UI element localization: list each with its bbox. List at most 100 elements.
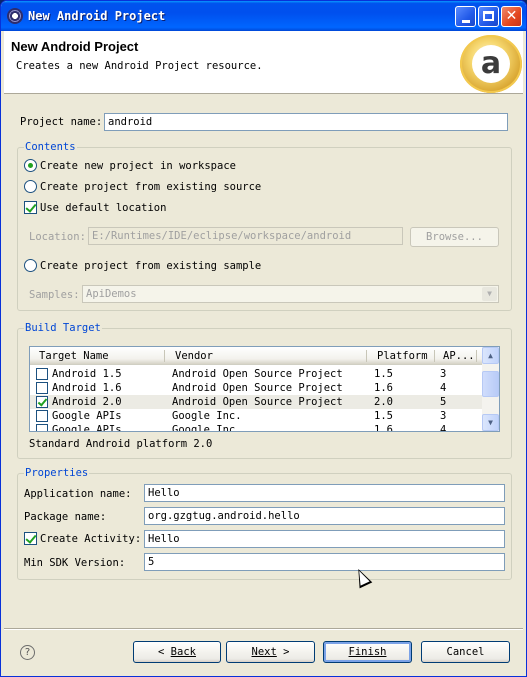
application-name-label: Application name:	[24, 488, 132, 500]
row-checkbox[interactable]	[36, 368, 48, 380]
column-separator[interactable]	[434, 350, 435, 362]
finish-button-label: Finish	[348, 646, 387, 658]
project-name-label: Project name:	[20, 116, 103, 128]
contents-group-title: Contents	[24, 141, 77, 153]
close-icon: ✕	[505, 8, 518, 24]
row-checkbox[interactable]	[36, 410, 48, 422]
scrollbar-thumb[interactable]	[482, 371, 499, 397]
android-logo-inner: a	[472, 45, 510, 83]
create-from-existing-radio[interactable]	[24, 180, 37, 193]
row-checkbox[interactable]	[36, 382, 48, 394]
cell-api: 5	[440, 396, 447, 408]
cell-vendor: Android Open Source Project	[172, 382, 343, 394]
cell-platform: 1.5	[374, 410, 393, 422]
help-icon[interactable]: ?	[20, 645, 35, 660]
samples-label: Samples:	[29, 289, 80, 301]
table-row[interactable]: Google APIs Google Inc. 1.5 3	[30, 409, 482, 423]
cell-platform: 2.0	[374, 396, 393, 408]
cell-target-name: Android 2.0	[52, 396, 122, 408]
column-separator[interactable]	[366, 350, 367, 362]
eclipse-icon	[7, 8, 23, 24]
next-button[interactable]: Next >	[226, 641, 315, 663]
row-checkbox-checked[interactable]	[36, 396, 48, 408]
chevron-down-icon[interactable]: ▼	[482, 287, 497, 301]
package-name-label: Package name:	[24, 511, 107, 523]
cell-target-name: Android 1.6	[52, 382, 122, 394]
minimize-button[interactable]	[455, 6, 476, 27]
create-new-project-radio[interactable]	[24, 159, 37, 172]
column-header-target-name[interactable]: Target Name	[39, 350, 109, 362]
cell-vendor: Google Inc.	[172, 410, 242, 422]
cell-api: 4	[440, 424, 447, 432]
cell-target-name: Android 1.5	[52, 368, 122, 380]
min-sdk-input[interactable]: 5	[144, 553, 505, 571]
footer-separator	[4, 628, 523, 630]
wizard-banner: New Android Project Creates a new Androi…	[4, 31, 523, 94]
cell-api: 3	[440, 368, 447, 380]
create-from-existing-label[interactable]: Create project from existing source	[40, 181, 261, 193]
finish-button[interactable]: Finish	[323, 641, 412, 663]
banner-title: New Android Project	[11, 39, 139, 54]
banner-description: Creates a new Android Project resource.	[16, 60, 263, 72]
use-default-location-label[interactable]: Use default location	[40, 202, 166, 214]
maximize-button[interactable]	[478, 6, 499, 27]
cell-vendor: Google Inc.	[172, 424, 242, 432]
column-header-api[interactable]: AP...	[443, 350, 475, 362]
package-name-input[interactable]: org.gzgtug.android.hello	[144, 507, 505, 525]
cell-api: 3	[440, 410, 447, 422]
create-new-project-label[interactable]: Create new project in workspace	[40, 160, 236, 172]
cell-vendor: Android Open Source Project	[172, 368, 343, 380]
table-row[interactable]: Google APIs Google Inc. 1.6 4	[30, 423, 482, 432]
back-button[interactable]: < Back	[133, 641, 221, 663]
maximize-icon	[483, 11, 494, 21]
samples-select-value: ApiDemos	[86, 288, 137, 300]
android-logo-glyph: a	[480, 46, 502, 81]
column-separator[interactable]	[164, 350, 165, 362]
application-name-input[interactable]: Hello	[144, 484, 505, 502]
back-arrow-icon: <	[158, 646, 171, 658]
row-checkbox[interactable]	[36, 424, 48, 431]
cancel-button-label: Cancel	[446, 646, 485, 658]
use-default-location-checkbox[interactable]	[24, 201, 37, 214]
next-button-label: Next	[251, 646, 277, 658]
properties-group-title: Properties	[24, 467, 90, 479]
samples-select[interactable]: ApiDemos ▼	[82, 285, 499, 303]
new-android-project-window: New Android Project ✕ New Android Projec…	[0, 0, 527, 677]
create-activity-label[interactable]: Create Activity:	[40, 533, 141, 545]
cell-vendor: Android Open Source Project	[172, 396, 343, 408]
minimize-icon	[462, 20, 470, 23]
min-sdk-label: Min SDK Version:	[24, 557, 126, 569]
project-name-input[interactable]: android	[104, 113, 508, 131]
column-separator[interactable]	[476, 350, 477, 362]
android-logo-icon: a	[460, 35, 522, 93]
cell-platform: 1.6	[374, 382, 393, 394]
cell-platform: 1.6	[374, 424, 393, 432]
close-button[interactable]: ✕	[501, 6, 522, 27]
build-target-group-title: Build Target	[24, 322, 102, 334]
create-activity-input[interactable]: Hello	[144, 530, 505, 548]
scroll-up-icon[interactable]: ▲	[482, 347, 499, 364]
location-label: Location:	[29, 231, 86, 243]
window-title: New Android Project	[28, 9, 166, 23]
scroll-down-icon[interactable]: ▼	[482, 414, 499, 431]
table-row[interactable]: Android 1.5 Android Open Source Project …	[30, 367, 482, 381]
location-input[interactable]: E:/Runtimes/IDE/eclipse/workspace/androi…	[88, 227, 403, 245]
table-header: Target Name Vendor Platform AP...	[30, 347, 482, 365]
browse-button[interactable]: Browse...	[410, 227, 499, 247]
next-arrow-icon: >	[276, 646, 290, 658]
create-activity-checkbox[interactable]	[24, 532, 37, 545]
table-row-selected[interactable]: Android 2.0 Android Open Source Project …	[30, 395, 482, 409]
table-vertical-scrollbar[interactable]: ▲ ▼	[482, 347, 499, 431]
column-header-vendor[interactable]: Vendor	[175, 350, 213, 362]
create-from-sample-radio[interactable]	[24, 259, 37, 272]
cell-api: 4	[440, 382, 447, 394]
title-bar[interactable]: New Android Project ✕	[1, 1, 526, 31]
cell-target-name: Google APIs	[52, 424, 122, 432]
create-from-sample-label[interactable]: Create project from existing sample	[40, 260, 261, 272]
back-button-label: Back	[170, 646, 196, 658]
cancel-button[interactable]: Cancel	[421, 641, 510, 663]
cell-target-name: Google APIs	[52, 410, 122, 422]
column-header-platform[interactable]: Platform	[377, 350, 428, 362]
build-target-table[interactable]: Target Name Vendor Platform AP... Androi…	[29, 346, 500, 432]
table-row[interactable]: Android 1.6 Android Open Source Project …	[30, 381, 482, 395]
